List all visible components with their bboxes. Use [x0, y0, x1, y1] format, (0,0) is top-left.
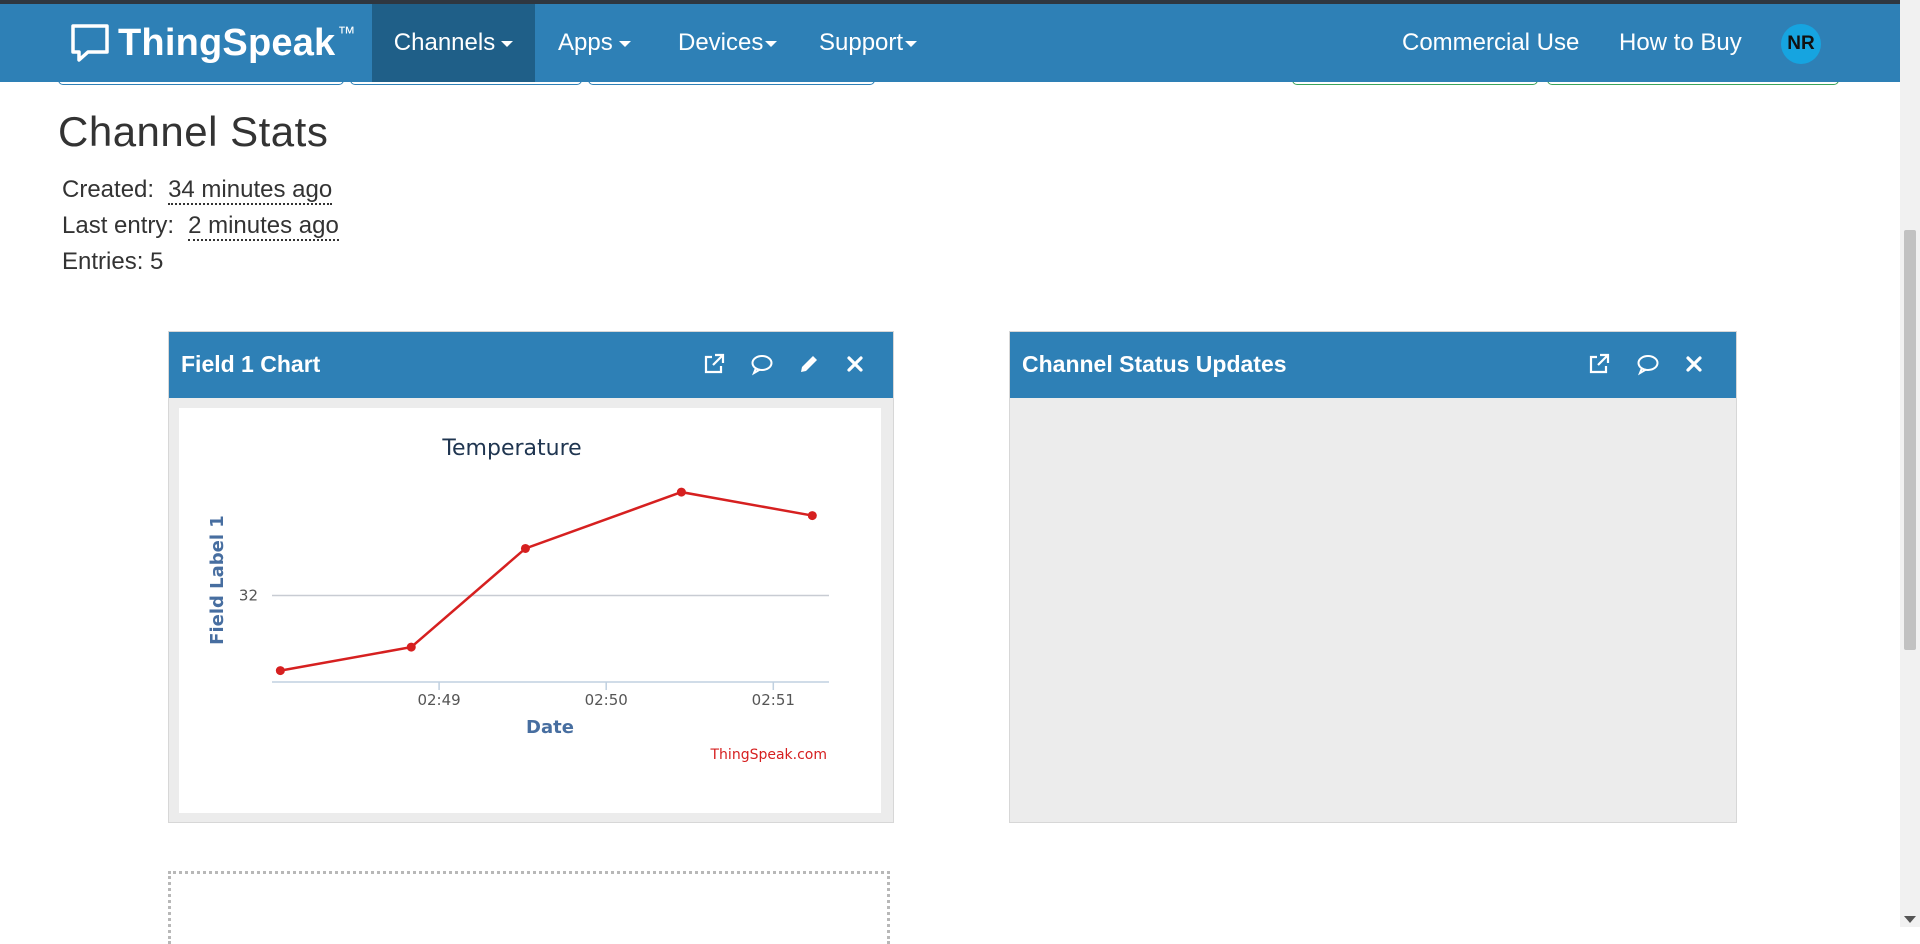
data-point [275, 666, 285, 676]
field1-chart-widget: Field 1 Chart Temperature Field Label 1 … [168, 331, 894, 823]
stat-created: Created: 34 minutes ago [62, 176, 333, 205]
x-tick-label: 02:50 [585, 691, 628, 709]
y-tick-label: 32 [239, 586, 258, 604]
nav-support-label: Support [819, 29, 904, 56]
data-point [406, 642, 416, 652]
widget-header: Channel Status Updates [1010, 332, 1736, 398]
series-line [280, 490, 813, 672]
nav-apps[interactable]: Apps [558, 4, 631, 82]
comment-icon[interactable] [1636, 352, 1660, 376]
x-tick-label: 02:49 [417, 691, 460, 709]
stat-last-entry-value: 2 minutes ago [188, 212, 339, 241]
external-link-icon[interactable] [702, 352, 726, 376]
chart-area: Temperature Field Label 1 Date ThingSpea… [179, 408, 881, 813]
stat-last-entry-label: Last entry: [62, 212, 175, 239]
top-navbar: ThingSpeak ™ Channels Apps Devices Suppo… [0, 4, 1900, 82]
widget-title: Channel Status Updates [1022, 351, 1287, 377]
nav-support[interactable]: Support [819, 4, 918, 82]
nav-how-to-buy[interactable]: How to Buy [1619, 4, 1742, 82]
caret-down-icon [905, 41, 918, 47]
chart-credit[interactable]: ThingSpeak.com [710, 747, 828, 763]
nav-devices-label: Devices [678, 29, 764, 56]
data-point [807, 511, 817, 521]
pencil-icon[interactable] [797, 352, 821, 376]
caret-down-icon [765, 41, 778, 47]
brand-name: ThingSpeak [118, 21, 336, 64]
external-link-icon[interactable] [1587, 352, 1611, 376]
channel-stats-title: Channel Stats [58, 108, 329, 155]
nav-channels[interactable]: Channels [372, 4, 535, 82]
nav-commercial-use[interactable]: Commercial Use [1402, 4, 1579, 82]
stat-last-entry: Last entry: 2 minutes ago [62, 212, 339, 241]
speech-bubble-icon [71, 24, 109, 62]
scrollbar-thumb[interactable] [1904, 230, 1916, 650]
chart-x-axis-label: Date [526, 717, 574, 738]
temperature-line-chart: Temperature Field Label 1 Date ThingSpea… [207, 436, 829, 763]
user-avatar[interactable]: NR [1781, 24, 1821, 64]
widget-title: Field 1 Chart [181, 351, 321, 377]
brand-logo[interactable]: ThingSpeak ™ [70, 18, 355, 68]
stat-entries: Entries: 5 [62, 248, 164, 275]
caret-down-icon [618, 41, 631, 47]
nav-devices[interactable]: Devices [678, 4, 778, 82]
scroll-down-arrow-icon[interactable] [1904, 916, 1916, 923]
widget-header: Field 1 Chart [169, 332, 893, 398]
vertical-scrollbar[interactable] [1900, 0, 1920, 927]
close-icon[interactable] [843, 352, 867, 376]
x-tick-label: 02:51 [752, 691, 795, 709]
stat-created-value: 34 minutes ago [168, 176, 333, 205]
caret-down-icon [501, 41, 514, 47]
data-point [520, 543, 530, 553]
chart-y-axis-label: Field Label 1 [207, 515, 228, 645]
close-icon[interactable] [1682, 352, 1706, 376]
nav-apps-label: Apps [558, 29, 613, 56]
nav-channels-label: Channels [393, 29, 496, 56]
chart-title: Temperature [441, 436, 581, 461]
stat-created-label: Created: [62, 176, 155, 203]
add-widget-placeholder[interactable] [168, 871, 890, 944]
status-updates-widget: Channel Status Updates [1009, 331, 1737, 823]
comment-icon[interactable] [750, 352, 774, 376]
data-point [676, 487, 686, 497]
brand-trademark: ™ [337, 22, 356, 43]
